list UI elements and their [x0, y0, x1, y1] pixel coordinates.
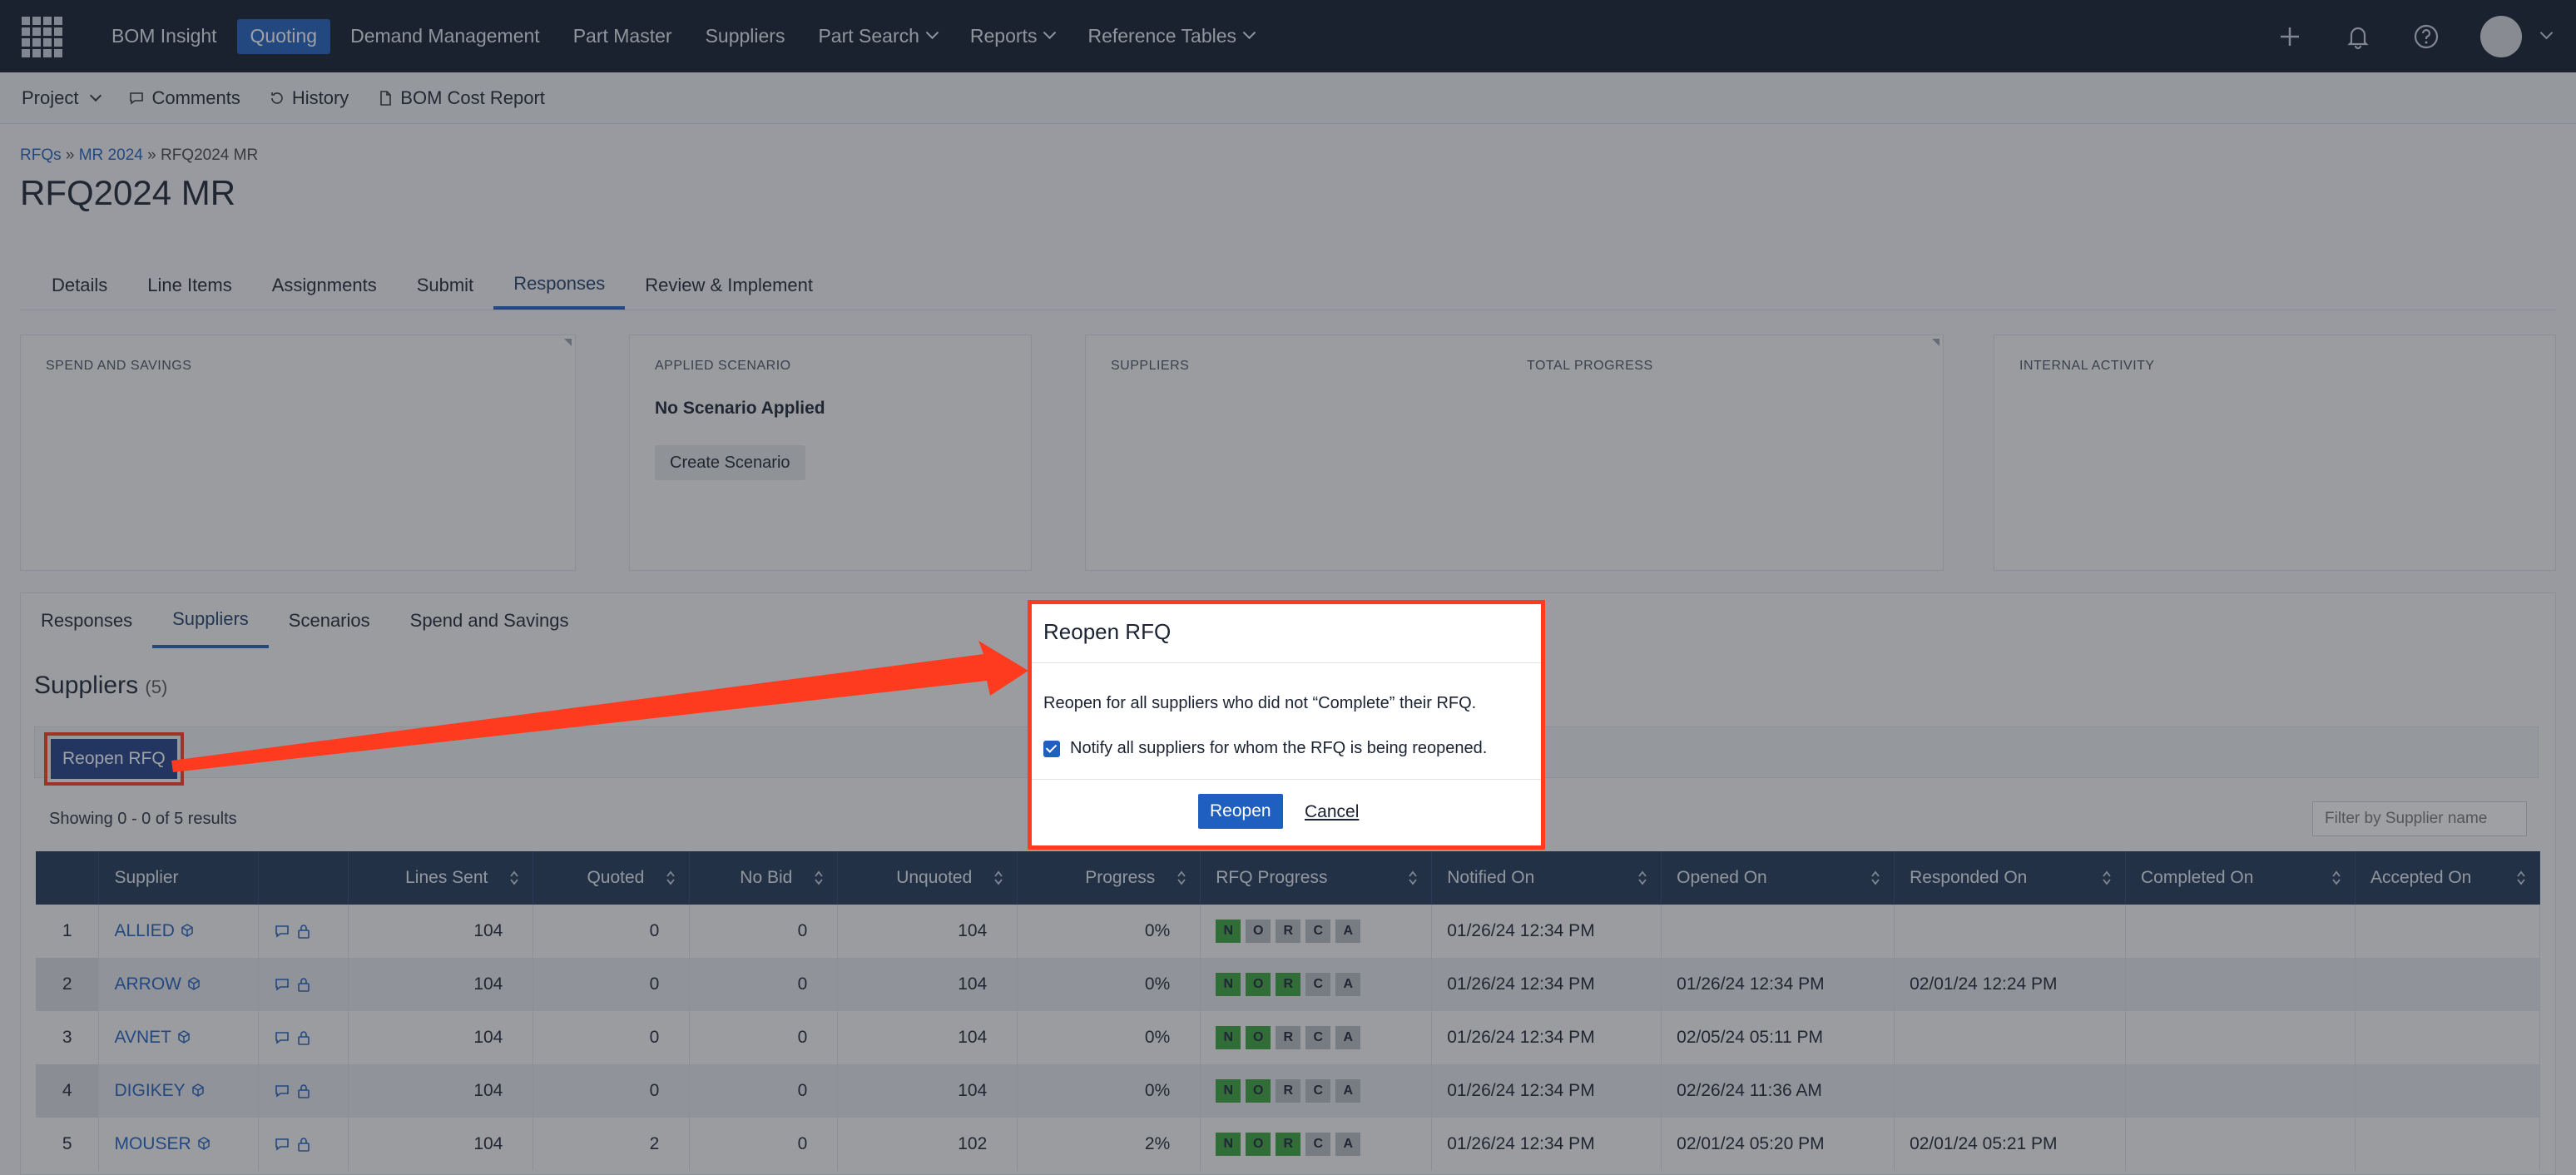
- notify-suppliers-label: Notify all suppliers for whom the RFQ is…: [1070, 739, 1488, 757]
- modal-title: Reopen RFQ: [1043, 619, 1172, 644]
- modal-cancel-link[interactable]: Cancel: [1305, 802, 1359, 822]
- notify-suppliers-checkbox[interactable]: [1043, 740, 1060, 757]
- modal-reopen-button[interactable]: Reopen: [1198, 794, 1283, 829]
- reopen-rfq-modal: Reopen RFQ Reopen for all suppliers who …: [1028, 600, 1545, 850]
- modal-backdrop[interactable]: [0, 0, 2576, 1175]
- modal-message: Reopen for all suppliers who did not “Co…: [1043, 694, 1477, 712]
- modal-divider: [1032, 779, 1541, 780]
- modal-divider: [1032, 662, 1541, 663]
- notify-suppliers-option[interactable]: Notify all suppliers for whom the RFQ is…: [1043, 739, 1487, 758]
- app-root: BOM Insight Quoting Demand Management Part …: [0, 0, 2576, 1175]
